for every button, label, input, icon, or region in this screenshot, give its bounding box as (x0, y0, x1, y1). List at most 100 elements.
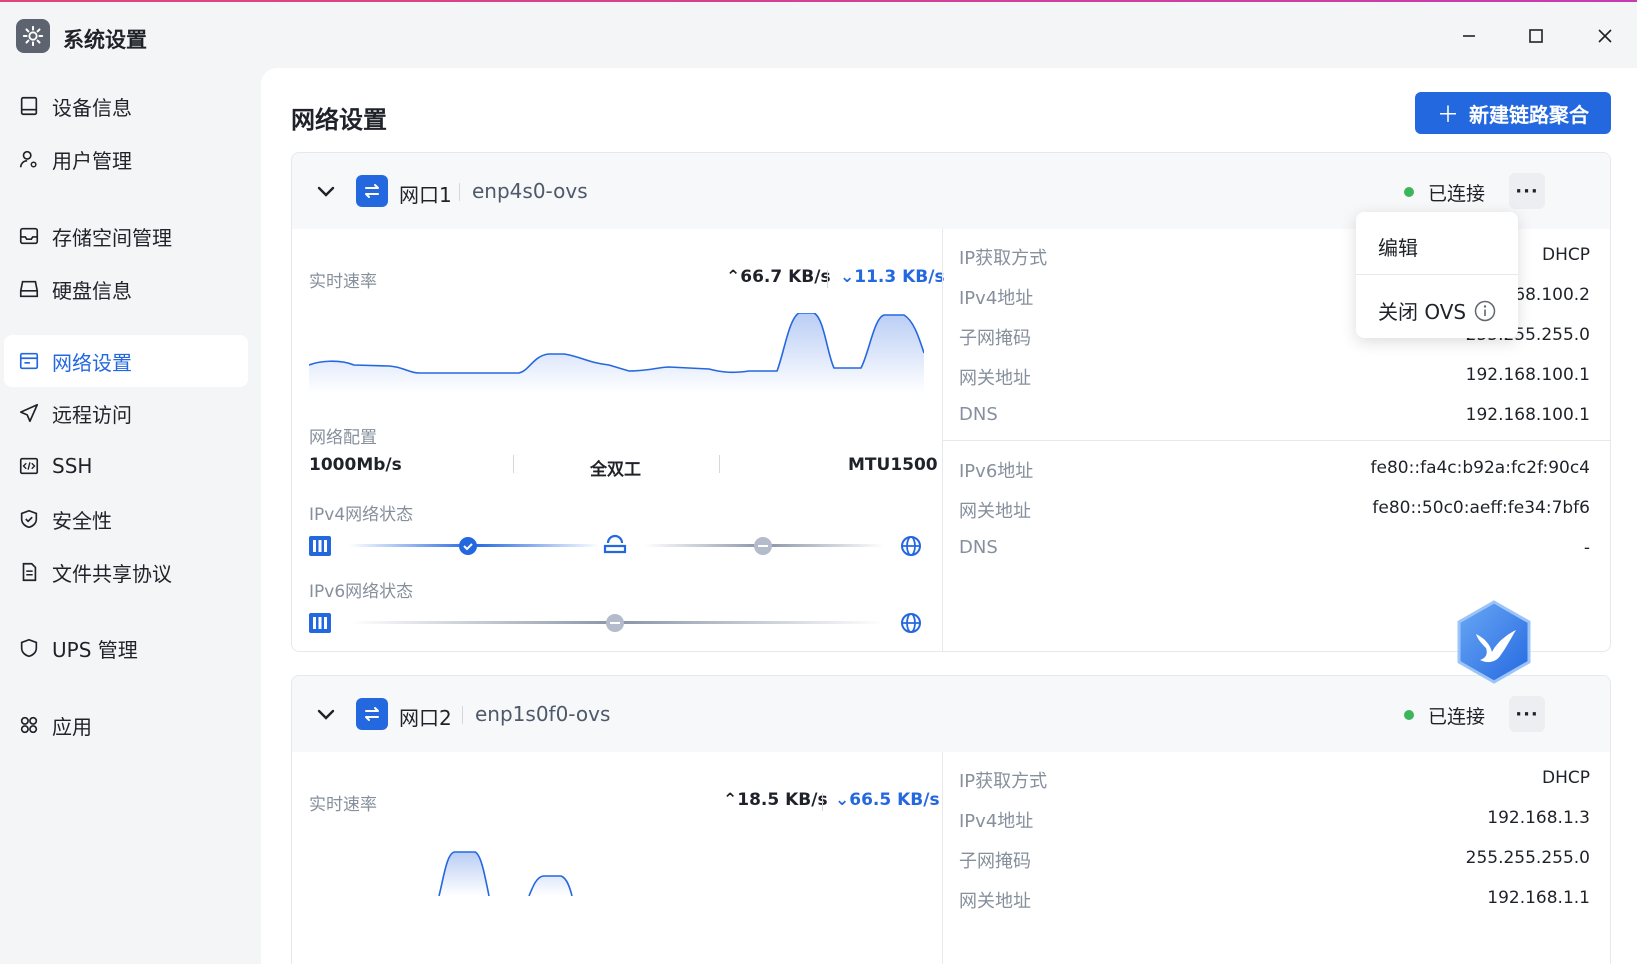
new-link-aggregation-button[interactable]: ＋ 新建链路聚合 (1415, 92, 1611, 134)
dns-value: 192.168.100.1 (1465, 405, 1590, 425)
device-name: enp4s0-ovs (472, 179, 588, 203)
realtime-label: 实时速率 (309, 272, 377, 292)
more-button[interactable]: ··· (1509, 173, 1545, 209)
port-name: 网口2 (399, 706, 452, 730)
sidebar-item-disk-info[interactable]: 硬盘信息 (4, 263, 248, 315)
minimize-button[interactable] (1451, 18, 1487, 54)
chevron-down-icon[interactable] (312, 700, 340, 728)
sidebar-item-security[interactable]: 安全性 (4, 493, 248, 545)
upload-speed: ⌃18.5 KB/s (723, 790, 828, 810)
sidebar-item-apps[interactable]: 应用 (4, 699, 248, 751)
sidebar-item-user-management[interactable]: 用户管理 (4, 133, 248, 185)
menu-item-label: 关闭 OVS (1378, 300, 1467, 324)
apps-icon (16, 712, 42, 738)
ipv4-status-track (309, 534, 921, 556)
download-speed: ⌄66.5 KB/s (835, 790, 940, 810)
gateway-key: 网关地址 (959, 891, 1031, 912)
ip-method-value: DHCP (1542, 768, 1590, 788)
ip-method-value: DHCP (1542, 245, 1590, 265)
main-panel: 网络设置 ＋ 新建链路聚合 网口1 enp4s0-ovs 已连接 ··· 实时速… (261, 68, 1637, 964)
sidebar-item-label: 远程访问 (52, 402, 132, 427)
page-title: 网络设置 (291, 106, 387, 134)
sidebar-item-remote-access[interactable]: 远程访问 (4, 387, 248, 439)
ipv4-value: 192.168.1.3 (1487, 808, 1590, 828)
chevron-down-icon[interactable] (312, 177, 340, 205)
status-text: 已连接 (1428, 183, 1486, 205)
upload-speed-value: 18.5 KB/s (737, 790, 828, 810)
column-divider (942, 752, 943, 964)
upload-speed: ⌃66.7 KB/s (726, 267, 831, 287)
sidebar-item-device-info[interactable]: 设备信息 (4, 80, 248, 132)
separator (513, 455, 514, 473)
separator (822, 793, 823, 811)
status-dot (1404, 187, 1414, 197)
ipv6-value: fe80::fa4c:b92a:fc2f:90c4 (1370, 458, 1590, 478)
speed-chart (438, 851, 573, 896)
send-icon (16, 400, 42, 426)
sidebar-item-label: 用户管理 (52, 148, 132, 173)
menu-item-edit[interactable]: 编辑 (1378, 232, 1418, 261)
network-window-icon (16, 348, 42, 374)
sidebar-item-label: 硬盘信息 (52, 278, 132, 303)
sidebar-item-network[interactable]: 网络设置 (4, 335, 248, 387)
gateway-value: 192.168.1.1 (1487, 888, 1590, 908)
subnet-key: 子网掩码 (959, 851, 1031, 872)
separator (459, 183, 460, 201)
upload-speed-value: 66.7 KB/s (740, 267, 831, 287)
user-gear-icon (16, 146, 42, 172)
subnet-key: 子网掩码 (959, 328, 1031, 349)
section-divider (943, 440, 1610, 441)
download-speed-value: 66.5 KB/s (849, 790, 940, 810)
document-icon (16, 559, 42, 585)
sidebar-item-label: 网络设置 (52, 350, 132, 375)
status-dot (1404, 710, 1414, 720)
monitor-icon (16, 93, 42, 119)
sidebar-item-file-sharing[interactable]: 文件共享协议 (4, 546, 248, 598)
network-config-label: 网络配置 (309, 428, 377, 448)
sidebar-item-label: 应用 (52, 714, 92, 739)
assistant-bird-icon[interactable] (1456, 600, 1532, 684)
realtime-label: 实时速率 (309, 795, 377, 815)
menu-divider (1356, 274, 1518, 275)
maximize-button[interactable] (1518, 18, 1554, 54)
gateway6-value: fe80::50c0:aeff:fe34:7bf6 (1372, 498, 1590, 518)
sidebar-item-label: UPS 管理 (52, 637, 138, 662)
ipv4-key: IPv4地址 (959, 288, 1034, 309)
info-icon (1474, 300, 1496, 322)
disk-icon (16, 276, 42, 302)
ipv6-key: IPv6地址 (959, 461, 1034, 482)
ip-method-key: IP获取方式 (959, 248, 1048, 269)
mtu: MTU1500 (848, 455, 938, 475)
sidebar-item-ssh[interactable]: SSH (4, 440, 248, 492)
menu-item-close-ovs[interactable]: 关闭 OVS (1378, 296, 1496, 325)
dns-key: DNS (959, 404, 998, 425)
more-button[interactable]: ··· (1509, 696, 1545, 732)
swap-arrows-icon (356, 698, 388, 730)
ipv6-state-label: IPv6网络状态 (309, 582, 414, 602)
settings-gear-icon (16, 19, 50, 53)
new-button-label: 新建链路聚合 (1469, 102, 1589, 127)
card-header: 网口2 enp1s0f0-ovs 已连接 ··· (292, 676, 1610, 752)
sidebar-item-storage[interactable]: 存储空间管理 (4, 210, 248, 262)
download-speed: ⌄11.3 KB/s (840, 267, 945, 287)
duplex-mode: 全双工 (590, 460, 641, 480)
gateway-key: 网关地址 (959, 368, 1031, 389)
inbox-icon (16, 223, 42, 249)
sidebar-item-ups[interactable]: UPS 管理 (4, 622, 248, 674)
separator (719, 455, 720, 473)
download-speed-value: 11.3 KB/s (854, 267, 945, 287)
sidebar-item-label: 安全性 (52, 508, 112, 533)
port-name: 网口1 (399, 183, 452, 207)
ip-method-key: IP获取方式 (959, 771, 1048, 792)
sidebar-item-label: 设备信息 (52, 95, 132, 120)
dns6-key: DNS (959, 537, 998, 558)
swap-arrows-icon (356, 175, 388, 207)
subnet-value: 255.255.255.0 (1465, 848, 1590, 868)
code-icon (16, 453, 42, 479)
network-card-port2: 网口2 enp1s0f0-ovs 已连接 ··· 实时速率 ⌃18.5 KB/s… (291, 675, 1611, 964)
sidebar-item-label: SSH (52, 454, 93, 478)
app-title: 系统设置 (63, 28, 147, 52)
close-button[interactable] (1587, 18, 1623, 54)
gateway-value: 192.168.100.1 (1465, 365, 1590, 385)
link-speed: 1000Mb/s (309, 455, 402, 475)
